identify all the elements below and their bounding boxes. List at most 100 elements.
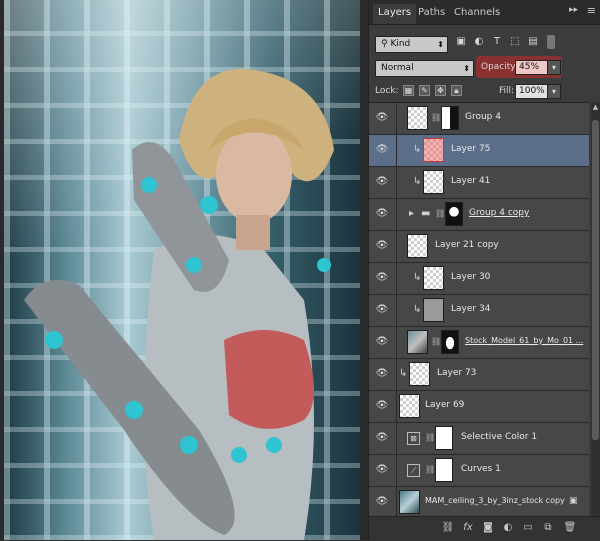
layer-mask-thumbnail[interactable] xyxy=(445,202,463,226)
visibility-toggle[interactable]: 👁︎ xyxy=(369,263,397,294)
layer-row[interactable]: 👁︎ ↳ Layer 30 xyxy=(369,263,589,295)
link-layers-icon[interactable]: ⛓︎ xyxy=(441,521,455,535)
layers-scrollbar[interactable]: ▲ xyxy=(591,102,600,516)
fill-dropdown-button[interactable]: ▾ xyxy=(547,84,561,99)
layer-name[interactable]: Stock_Model_61_by_Mo_01 ... xyxy=(465,336,583,345)
scroll-up-icon[interactable]: ▲ xyxy=(591,102,600,112)
new-layer-icon[interactable]: ⧉ xyxy=(541,521,555,535)
chain-link-icon[interactable]: ⛓︎ xyxy=(435,209,445,218)
opacity-dropdown-button[interactable]: ▾ xyxy=(547,60,561,75)
visibility-toggle[interactable]: 👁︎ xyxy=(369,359,397,390)
layer-name[interactable]: Layer 34 xyxy=(451,304,490,314)
visibility-toggle[interactable]: 👁︎ xyxy=(369,327,397,358)
blend-mode-select[interactable]: Normal ⬍ xyxy=(375,60,474,77)
collapse-icon[interactable]: ▸▸ xyxy=(569,5,578,15)
eye-icon[interactable]: 👁︎ xyxy=(375,112,389,124)
layer-name[interactable]: MAM_ceiling_3_by_3inz_stock copy xyxy=(425,496,565,505)
eye-icon[interactable]: 👁︎ xyxy=(375,176,389,188)
eye-icon[interactable]: 👁︎ xyxy=(375,240,389,252)
visibility-toggle[interactable]: 👁︎ xyxy=(369,487,397,517)
layer-mask-thumbnail[interactable] xyxy=(435,426,453,450)
layer-name[interactable]: Group 4 xyxy=(465,112,501,122)
filter-shape-icon[interactable]: ⬚ xyxy=(509,36,521,48)
layer-row[interactable]: 👁︎ ↳ Layer 34 xyxy=(369,295,589,327)
filter-adjustment-icon[interactable]: ◐ xyxy=(473,36,485,48)
layer-name[interactable]: Selective Color 1 xyxy=(461,432,537,442)
layer-name[interactable]: Layer 30 xyxy=(451,272,490,282)
eye-icon[interactable]: 👁︎ xyxy=(375,464,389,476)
layer-row[interactable]: 👁︎ Layer 21 copy xyxy=(369,231,589,263)
document-artwork[interactable] xyxy=(4,0,360,540)
trash-icon[interactable]: 🗑︎ xyxy=(563,521,577,535)
layer-name[interactable]: Layer 69 xyxy=(425,400,464,410)
filter-kind-select[interactable]: ⚲ Kind ⬍ xyxy=(375,36,448,53)
fill-input[interactable]: 100% xyxy=(515,84,550,99)
layer-row-selected[interactable]: 👁︎ ↳ Layer 75 xyxy=(369,135,589,167)
lock-all-icon[interactable]: 🔒︎ xyxy=(451,85,462,96)
eye-icon[interactable]: 👁︎ xyxy=(375,400,389,412)
visibility-toggle[interactable]: 👁︎ xyxy=(369,199,397,230)
layer-row[interactable]: 👁︎ ⊠ ⛓︎ Selective Color 1 xyxy=(369,423,589,455)
layer-name[interactable]: Group 4 copy xyxy=(469,208,529,218)
visibility-toggle[interactable]: 👁︎ xyxy=(369,231,397,262)
add-mask-icon[interactable]: ◙ xyxy=(481,521,495,535)
layers-panel: Layers Paths Channels ▸▸ ≡ ⚲ Kind ⬍ ▣ ◐ … xyxy=(368,0,600,541)
layers-list[interactable]: 👁︎ ⛓︎ Group 4 👁︎ ↳ Layer 75 👁︎ ↳ Layer 4… xyxy=(369,102,589,517)
layer-row[interactable]: 👁︎ Layer 69 xyxy=(369,391,589,423)
eye-icon[interactable]: 👁︎ xyxy=(375,304,389,316)
chain-link-icon[interactable]: ⛓︎ xyxy=(425,433,435,442)
visibility-toggle[interactable]: 👁︎ xyxy=(369,167,397,198)
canvas-area[interactable] xyxy=(0,0,368,540)
fx-icon[interactable]: fx xyxy=(461,521,475,535)
layer-name[interactable]: Curves 1 xyxy=(461,464,501,474)
filter-type-icon[interactable]: T xyxy=(491,36,503,48)
layer-mask-thumbnail[interactable] xyxy=(435,458,453,482)
layer-thumbnail xyxy=(399,394,420,418)
lock-brush-icon[interactable]: ✎ xyxy=(419,85,430,96)
opacity-label: Opacity: xyxy=(481,62,518,72)
visibility-toggle[interactable]: 👁︎ xyxy=(369,103,397,134)
layer-row[interactable]: 👁︎ ⛓︎ Stock_Model_61_by_Mo_01 ... xyxy=(369,327,589,359)
visibility-toggle[interactable]: 👁︎ xyxy=(369,391,397,422)
chain-link-icon[interactable]: ⛓︎ xyxy=(431,337,441,346)
layer-name[interactable]: Layer 73 xyxy=(437,368,476,378)
layer-name[interactable]: Layer 21 copy xyxy=(435,240,499,250)
lock-transparent-icon[interactable]: ▦ xyxy=(403,85,414,96)
layer-row[interactable]: 👁︎ ▸ ▬ ⛓︎ Group 4 copy xyxy=(369,199,589,231)
layer-row[interactable]: 👁︎ ↳ Layer 41 xyxy=(369,167,589,199)
layer-name[interactable]: Layer 75 xyxy=(451,144,490,154)
adjustment-layer-icon[interactable]: ◐ xyxy=(501,521,515,535)
opacity-input[interactable]: 45% xyxy=(515,60,550,75)
expand-arrow-icon[interactable]: ▸ xyxy=(409,208,414,219)
layer-row[interactable]: 👁︎ MAM_ceiling_3_by_3inz_stock copy ▣ xyxy=(369,487,589,517)
eye-icon[interactable]: 👁︎ xyxy=(375,496,389,508)
visibility-toggle[interactable]: 👁︎ xyxy=(369,423,397,454)
layer-mask-thumbnail[interactable] xyxy=(441,330,459,354)
layer-mask-thumbnail[interactable] xyxy=(441,106,459,130)
filter-smart-icon[interactable]: ▤ xyxy=(527,36,539,48)
new-group-icon[interactable]: ▭ xyxy=(521,521,535,535)
filter-toggle[interactable] xyxy=(547,35,555,49)
chain-link-icon[interactable]: ⛓︎ xyxy=(431,113,441,122)
tab-layers[interactable]: Layers xyxy=(373,4,417,24)
eye-icon[interactable]: 👁︎ xyxy=(375,272,389,284)
tab-paths[interactable]: Paths xyxy=(413,4,450,24)
scroll-thumb[interactable] xyxy=(592,120,599,440)
eye-icon[interactable]: 👁︎ xyxy=(375,432,389,444)
tab-channels[interactable]: Channels xyxy=(449,4,505,24)
eye-icon[interactable]: 👁︎ xyxy=(375,144,389,156)
panel-menu-icon[interactable]: ≡ xyxy=(587,4,596,17)
layer-name[interactable]: Layer 41 xyxy=(451,176,490,186)
visibility-toggle[interactable]: 👁︎ xyxy=(369,135,397,166)
layer-row[interactable]: 👁︎ ⛓︎ Group 4 xyxy=(369,103,589,135)
layer-row[interactable]: 👁︎ ↳ Layer 73 xyxy=(369,359,589,391)
eye-icon[interactable]: 👁︎ xyxy=(375,336,389,348)
eye-icon[interactable]: 👁︎ xyxy=(375,368,389,380)
eye-icon[interactable]: 👁︎ xyxy=(375,208,389,220)
filter-pixel-icon[interactable]: ▣ xyxy=(455,36,467,48)
visibility-toggle[interactable]: 👁︎ xyxy=(369,455,397,486)
chain-link-icon[interactable]: ⛓︎ xyxy=(425,465,435,474)
visibility-toggle[interactable]: 👁︎ xyxy=(369,295,397,326)
lock-move-icon[interactable]: ✥ xyxy=(435,85,446,96)
layer-row[interactable]: 👁︎ ⟋ ⛓︎ Curves 1 xyxy=(369,455,589,487)
